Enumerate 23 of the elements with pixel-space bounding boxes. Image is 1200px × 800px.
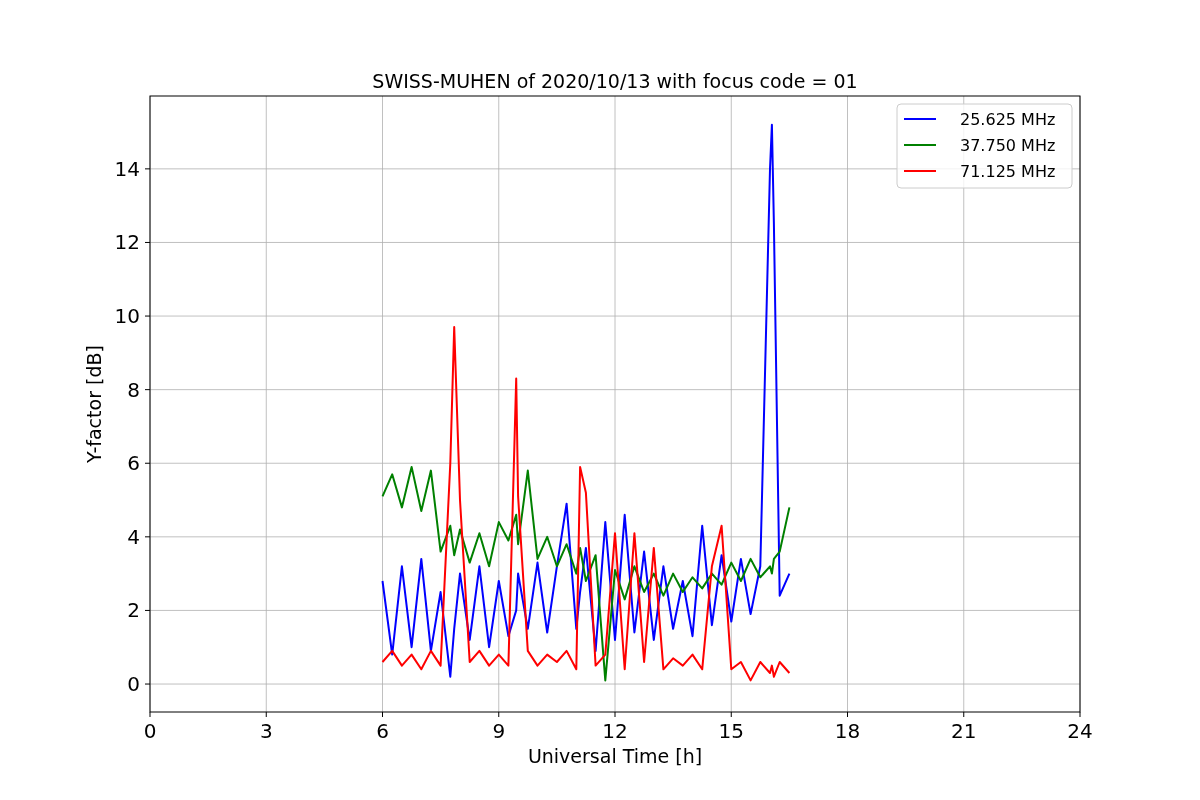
tick-label: 12: [114, 230, 140, 255]
tick-label: 9: [492, 719, 506, 743]
tick-label: 6: [127, 451, 140, 476]
legend-label: 37.750 MHz: [960, 136, 1056, 155]
tick-label: 0: [143, 719, 157, 743]
tick-label: 2: [127, 598, 140, 623]
x-axis-label: Universal Time [h]: [527, 745, 703, 767]
tick-label: 21: [951, 719, 977, 743]
tick-label: 15: [718, 719, 744, 743]
tick-label: 3: [259, 719, 273, 743]
tick-label: 10: [114, 304, 140, 329]
chart-title: SWISS-MUHEN of 2020/10/13 with focus code = 01: [372, 70, 858, 92]
tick-label: 18: [834, 719, 861, 743]
tick-label: 6: [376, 719, 389, 743]
tick-label: 0: [127, 672, 140, 697]
tick-label: 14: [114, 156, 140, 181]
legend-label: 71.125 MHz: [960, 162, 1056, 181]
tick-label: 4: [127, 524, 140, 549]
tick-label: 24: [1067, 719, 1093, 743]
tick-label: 8: [127, 377, 140, 402]
y-axis-label: Y-factor [dB]: [83, 345, 105, 463]
legend-label: 25.625 MHz: [960, 110, 1056, 129]
tick-label: 12: [602, 719, 628, 743]
